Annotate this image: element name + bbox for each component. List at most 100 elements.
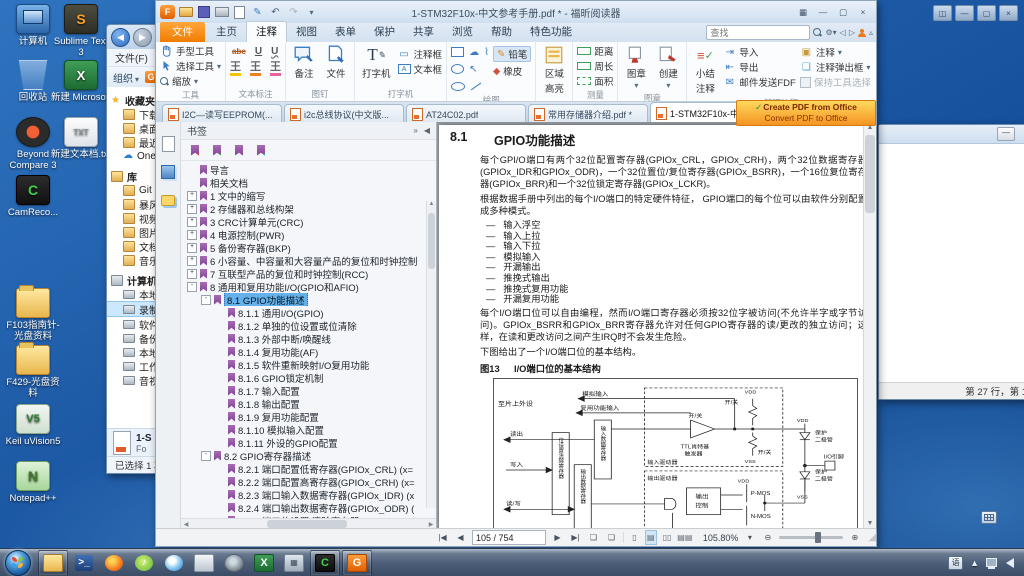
line-icon[interactable] (471, 82, 481, 90)
export-button[interactable]: ⇤导出 (723, 60, 795, 74)
expander-icon[interactable]: + (187, 204, 197, 214)
textbox-button[interactable]: A文本框 (398, 62, 443, 76)
bookmark-tree-item[interactable]: + 6 小容量、中容量和大容量产品的复位和时钟控制 (181, 254, 436, 267)
rectangle-icon[interactable] (451, 47, 464, 57)
ellipse-icon[interactable] (451, 64, 464, 74)
customize-qat-icon[interactable]: ▾ (304, 5, 319, 19)
redo-icon[interactable]: ↷ (286, 5, 301, 19)
expander-icon[interactable]: + (187, 256, 197, 266)
bookmark-tree-item[interactable]: 相关文档 (181, 176, 436, 189)
bookmarks-vertical-scrollbar[interactable]: ▲ (426, 201, 436, 508)
underline-icon[interactable]: U (255, 46, 262, 57)
panes-icon[interactable]: ◫ (933, 5, 952, 21)
distance-button[interactable]: 距离 (577, 44, 613, 58)
ribbon-tab-form[interactable]: 表单 (326, 22, 365, 42)
prev-view-icon[interactable]: ◁ (840, 28, 846, 37)
doc-tab-memory-intro[interactable]: 常用存储器介绍.pdf * ✕ (528, 104, 648, 124)
taskbar-excel[interactable]: X (250, 551, 278, 575)
cloud-icon[interactable]: ☁ (469, 47, 479, 58)
ribbon-tab-features[interactable]: 特色功能 (521, 22, 581, 42)
show-hidden-icons[interactable]: ▲ (970, 558, 979, 568)
bookmark-tree-item[interactable]: + 7 互联型产品的复位和时钟控制(RCC) (181, 267, 436, 280)
bookmark-tree-item[interactable]: 导言 (181, 163, 436, 176)
desktop-icon-notepadpp[interactable]: N Notepad++ (2, 461, 64, 504)
zoom-in-icon[interactable]: ⊕ (848, 531, 861, 544)
import-button[interactable]: ⇥导入 (723, 45, 795, 59)
bookmark-tree-item[interactable]: 8.1.11 外设的GPIO配置 (181, 436, 436, 449)
zoom-out-icon[interactable]: ⊖ (761, 531, 774, 544)
ribbon-tab-home[interactable]: 主页 (207, 22, 246, 42)
replace-text-icon[interactable]: 王 (270, 62, 281, 76)
area-highlight-icon[interactable]: 王 (250, 62, 261, 76)
bookmark-options-icon[interactable] (257, 145, 265, 156)
bookmark-tree-item[interactable]: 8.1.3 外部中断/唤醒线 (181, 332, 436, 345)
ribbon-tab-protect[interactable]: 保护 (365, 22, 404, 42)
create-pdf-banner[interactable]: ✓Create PDF from Office Convert PDF to O… (736, 100, 876, 126)
doc-tab-i2c-protocol[interactable]: i2c总线协议(中文版... ✕ (284, 104, 404, 124)
eraser-button[interactable]: ◆橡皮 (493, 64, 531, 78)
organize-button[interactable]: 组织 (113, 70, 139, 85)
desktop-icon-f103-folder[interactable]: F103指南针-光盘资料 (2, 288, 64, 342)
comments-button[interactable]: ▣注释▾ (800, 45, 871, 59)
scrollbar-thumb[interactable] (267, 520, 347, 528)
collapse-panel-icon[interactable]: ◀ (424, 126, 430, 135)
minimize-icon[interactable]: — (955, 5, 974, 21)
expand-all-icon[interactable]: » (413, 126, 417, 135)
callout-button[interactable]: ▭注释框 (398, 47, 443, 61)
volume-icon[interactable] (1006, 558, 1014, 568)
resize-grip[interactable]: ◢ (868, 532, 876, 543)
taskbar-browser[interactable] (160, 551, 188, 575)
delete-bookmark-icon[interactable] (191, 145, 199, 156)
oval-icon[interactable] (451, 82, 465, 91)
bookmark-tree-item[interactable]: 8.1.5 软件重新映射I/O复用功能 (181, 358, 436, 371)
desktop-icon-camrecorder[interactable]: C CamReco... (2, 175, 64, 218)
forward-button[interactable]: ▶ (133, 28, 152, 47)
taskbar-qq-music[interactable]: ♪ (130, 551, 158, 575)
taskbar-camrecorder[interactable]: C (310, 550, 340, 576)
gear-icon[interactable]: ⚙▾ (825, 28, 836, 37)
taskbar-calculator[interactable]: ▦ (280, 551, 308, 575)
ribbon-tab-help[interactable]: 帮助 (482, 22, 521, 42)
doc-tab-i2c-eeprom[interactable]: I2C—读写EEPROM(... ✕ (162, 104, 282, 124)
polyline-icon[interactable]: ⌇ (484, 47, 489, 58)
continuous-facing-view-icon[interactable]: ▤▤ (678, 530, 692, 545)
menu-file[interactable]: 文件(F) (115, 50, 148, 65)
minimize-button[interactable]: — (814, 5, 832, 19)
scroll-up-icon[interactable]: ▲ (427, 201, 436, 207)
pencil-button[interactable]: ✎铅笔 (493, 46, 531, 62)
pdf-page[interactable]: 8.1 GPIO功能描述 每个GPI/O端口有两个32位配置寄存器(GPIOx_… (439, 125, 875, 529)
save-icon[interactable] (196, 5, 211, 19)
desktop-icon-new-excel[interactable]: X 新建 Microsoft (50, 60, 112, 103)
bookmark-tree-item[interactable]: 8.1.7 输入配置 (181, 384, 436, 397)
zoom-slider[interactable] (779, 536, 843, 539)
desktop-icon-f429-folder[interactable]: F429-光盘资料 (2, 345, 64, 399)
back-button[interactable]: ◀ (111, 28, 130, 47)
ribbon-tab-share[interactable]: 共享 (404, 22, 443, 42)
next-view-icon[interactable]: ❏ (605, 531, 618, 544)
open-icon[interactable] (178, 5, 193, 19)
bookmark-tree-item[interactable]: - 8.2 GPIO寄存器描述 (181, 449, 436, 462)
bookmark-tree-item[interactable]: 8.1.1 通用I/O(GPIO) (181, 306, 436, 319)
ribbon-tab-view[interactable]: 视图 (287, 22, 326, 42)
set-destination-icon[interactable] (235, 145, 243, 156)
next-view-icon[interactable]: ▷ (849, 28, 855, 37)
bookmark-tree-item[interactable]: 8.1.8 输出配置 (181, 397, 436, 410)
single-page-view-icon[interactable]: ▯ (629, 530, 640, 545)
squiggly-underline-icon[interactable]: U (271, 46, 278, 57)
expander-icon[interactable]: + (187, 191, 197, 201)
ribbon-tab-browse[interactable]: 浏览 (443, 22, 482, 42)
strikeout-icon[interactable]: abc (232, 47, 246, 56)
summarize-comments-button[interactable]: ≡✓小结注释 (691, 44, 719, 96)
select-tool-button[interactable]: 选择工具▾ (160, 59, 221, 73)
add-bookmark-icon[interactable] (213, 145, 221, 156)
highlight-icon[interactable]: 王 (230, 62, 241, 76)
expander-icon[interactable]: - (201, 451, 211, 461)
minimize-button[interactable]: — (997, 127, 1015, 141)
editor-content[interactable] (879, 144, 1024, 382)
layers-panel-icon[interactable] (160, 164, 176, 180)
bookmark-tree-item[interactable]: + 4 电源控制(PWR) (181, 228, 436, 241)
taskbar-explorer[interactable] (38, 550, 68, 576)
expander-icon[interactable]: + (187, 269, 197, 279)
bookmark-tree-item[interactable]: 8.1.4 复用功能(AF) (181, 345, 436, 358)
taskbar-firefox[interactable] (100, 551, 128, 575)
